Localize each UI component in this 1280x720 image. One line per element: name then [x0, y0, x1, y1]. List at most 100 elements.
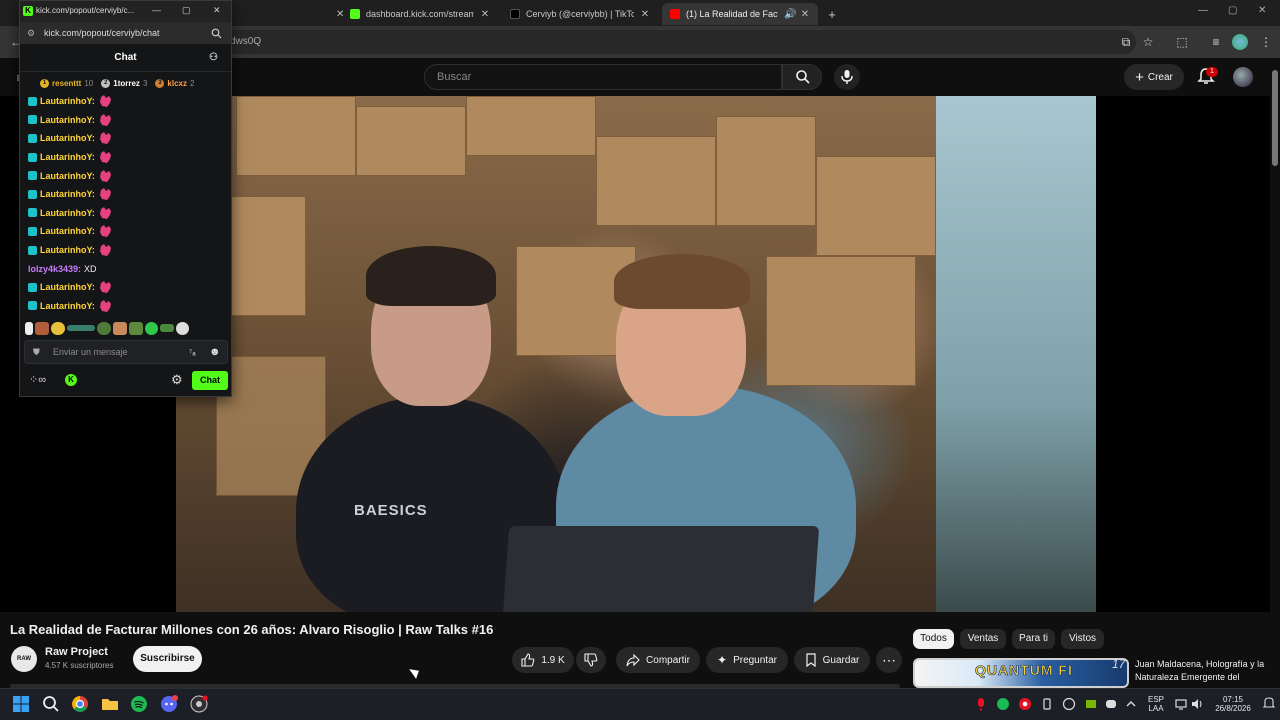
popout-close-icon[interactable]: ✕: [213, 5, 221, 16]
share-button[interactable]: Compartir: [616, 647, 700, 673]
leaderboard-entry[interactable]: 1 resenttt 10: [40, 76, 93, 90]
new-tab-button[interactable]: +: [822, 3, 842, 25]
windows-start-icon[interactable]: [11, 694, 31, 714]
spotify-icon[interactable]: [129, 694, 149, 714]
obs-icon[interactable]: [189, 694, 209, 714]
chevron-up-icon[interactable]: [1124, 694, 1138, 714]
kick-chat-popout-window[interactable]: K kick.com/popout/cerviyb/c... — ▢ ✕ ⚙ k…: [19, 0, 232, 397]
usb-tray-icon[interactable]: [1040, 694, 1054, 714]
tab-kick-dashboard[interactable]: dashboard.kick.com/stream ✕: [342, 3, 498, 25]
chip-vistos[interactable]: Vistos: [1061, 629, 1104, 649]
discord-icon[interactable]: [159, 694, 179, 714]
site-settings-icon[interactable]: ⚙: [27, 22, 35, 44]
profile-avatar-icon[interactable]: [1232, 34, 1248, 50]
popout-maximize-icon[interactable]: ▢: [182, 5, 191, 16]
media-control-icon[interactable]: ≡: [1208, 34, 1224, 50]
nvidia-tray-icon[interactable]: [1084, 694, 1098, 714]
emote[interactable]: [35, 321, 49, 335]
chat-message[interactable]: LautarinhoY:: [28, 278, 228, 297]
chat-username[interactable]: LautarinhoY:: [40, 115, 95, 125]
chat-message-input[interactable]: ⛊ Enviar un mensaje ⁷ₐ ☻: [24, 340, 228, 364]
extensions-icon[interactable]: ⬚: [1174, 34, 1190, 50]
video-frame[interactable]: BAESICS: [176, 96, 1096, 612]
emoji-icon[interactable]: ☻: [209, 341, 221, 363]
bookmark-star-icon[interactable]: ☆: [1140, 34, 1156, 50]
chat-message[interactable]: LautarinhoY:: [28, 92, 228, 111]
like-button[interactable]: 1.9 K: [512, 647, 574, 673]
tab-tiktok[interactable]: Cerviyb (@cerviybb) | TikTok ✕: [502, 3, 658, 25]
chat-username[interactable]: lolzy4k3439:: [28, 264, 81, 274]
tab-close-hidden[interactable]: ✕: [330, 3, 344, 25]
chat-username[interactable]: LautarinhoY:: [40, 301, 95, 311]
chat-message[interactable]: LautarinhoY:: [28, 222, 228, 241]
spotify-tray-icon[interactable]: [996, 694, 1010, 714]
chat-users-icon[interactable]: ⁘∞: [29, 373, 46, 386]
chat-message[interactable]: LautarinhoY:: [28, 111, 228, 130]
chat-message[interactable]: LautarinhoY:: [28, 148, 228, 167]
chat-username[interactable]: LautarinhoY:: [40, 245, 95, 255]
emote[interactable]: [25, 321, 33, 335]
recommended-video-title[interactable]: Juan Maldacena, Holografía y la Naturale…: [1135, 658, 1267, 686]
chip-para-ti[interactable]: Para ti: [1012, 629, 1055, 649]
chat-username[interactable]: LautarinhoY:: [40, 189, 95, 199]
emote[interactable]: [145, 321, 158, 335]
emote[interactable]: [176, 321, 189, 335]
tab-youtube-active[interactable]: (1) La Realidad de Facturar M... 🔊 ✕: [662, 3, 818, 25]
chat-username[interactable]: LautarinhoY:: [40, 282, 95, 292]
discord-tray-icon[interactable]: [1104, 694, 1118, 714]
emote[interactable]: [129, 321, 143, 335]
chat-settings-gear-icon[interactable]: ⚙: [171, 372, 183, 388]
save-button[interactable]: Guardar: [794, 647, 870, 673]
chat-message[interactable]: LautarinhoY:: [28, 204, 228, 223]
emote[interactable]: [160, 324, 174, 332]
record-tray-icon[interactable]: [1018, 694, 1032, 714]
popout-titlebar[interactable]: K kick.com/popout/cerviyb/c... — ▢ ✕: [20, 1, 231, 22]
network-icon[interactable]: [1174, 694, 1188, 714]
emote[interactable]: [113, 321, 127, 335]
chip-todos[interactable]: Todos: [913, 629, 954, 649]
input-language[interactable]: ESP LAA: [1144, 695, 1168, 713]
tab-close-icon[interactable]: ✕: [640, 9, 650, 20]
voice-search-button[interactable]: [834, 64, 860, 90]
speaker-icon[interactable]: 🔊: [784, 9, 796, 20]
subscribe-button[interactable]: Suscribirse: [133, 646, 202, 672]
chat-username[interactable]: LautarinhoY:: [40, 96, 95, 106]
dislike-button[interactable]: [576, 647, 606, 673]
translate-icon[interactable]: ⁷ₐ: [189, 341, 196, 363]
file-explorer-icon[interactable]: [100, 694, 120, 714]
notification-center-icon[interactable]: [1262, 694, 1276, 714]
chat-username[interactable]: LautarinhoY:: [40, 208, 95, 218]
cast-icon[interactable]: ⧉: [1118, 34, 1134, 50]
gpu-tray-icon[interactable]: [1062, 694, 1076, 714]
chip-ventas[interactable]: Ventas: [960, 629, 1006, 649]
close-window-icon[interactable]: ✕: [1258, 5, 1266, 16]
taskbar-search-icon[interactable]: [41, 694, 61, 714]
tab-close-icon[interactable]: ✕: [800, 9, 810, 20]
chat-send-button[interactable]: Chat: [192, 371, 228, 390]
maximize-icon[interactable]: ▢: [1228, 5, 1237, 16]
leaderboard-entry[interactable]: 2 1torrez 3: [101, 76, 147, 90]
popout-url-bar[interactable]: ⚙ kick.com/popout/cerviyb/chat: [20, 22, 231, 44]
chat-message[interactable]: LautarinhoY:: [28, 129, 228, 148]
kick-points-icon[interactable]: K: [65, 374, 77, 386]
search-button[interactable]: [782, 64, 822, 90]
leaderboard-entry[interactable]: 3 klcxz 2: [155, 76, 194, 90]
ask-button[interactable]: ✦ Preguntar: [706, 647, 788, 673]
chat-message[interactable]: LautarinhoY:: [28, 185, 228, 204]
user-avatar[interactable]: [1233, 67, 1253, 87]
popout-minimize-icon[interactable]: —: [152, 5, 161, 15]
chat-message[interactable]: LautarinhoY:: [28, 241, 228, 260]
emote[interactable]: [51, 321, 65, 335]
chat-username[interactable]: LautarinhoY:: [40, 152, 95, 162]
search-input[interactable]: Buscar: [424, 64, 782, 90]
chrome-icon[interactable]: [70, 694, 90, 714]
clock[interactable]: 07:15 26/8/2026: [1208, 695, 1258, 713]
emote[interactable]: [97, 321, 111, 335]
mic-muted-tray-icon[interactable]: [974, 694, 988, 714]
tab-close-icon[interactable]: ✕: [480, 9, 490, 20]
minimize-icon[interactable]: —: [1198, 5, 1208, 16]
menu-dots-icon[interactable]: ⋮: [1258, 34, 1274, 50]
chat-username[interactable]: LautarinhoY:: [40, 133, 95, 143]
page-scrollbar-thumb[interactable]: [1272, 70, 1278, 166]
channel-name[interactable]: Raw Project: [45, 646, 108, 658]
